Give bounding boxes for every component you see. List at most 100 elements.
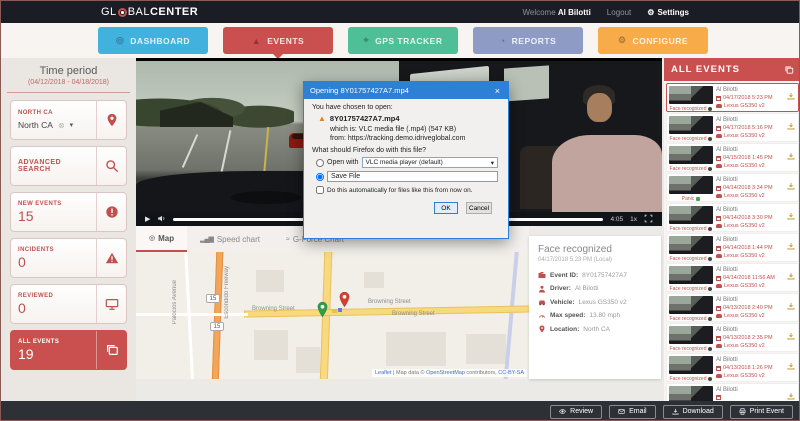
- event-driver-name: Al Bilotti: [716, 267, 796, 273]
- event-tag-label: Face recognized: [670, 136, 707, 142]
- playback-rate-button[interactable]: 1x: [630, 216, 637, 223]
- download-icon[interactable]: [787, 147, 795, 155]
- event-tag-icon: [708, 287, 712, 291]
- time-period-range: (04/12/2018 - 04/18/2018): [10, 79, 127, 86]
- event-list-item[interactable]: Face recognized Al Bilotti 04/13/2018 2:…: [666, 323, 799, 352]
- event-list-item[interactable]: Face recognized Al Bilotti 04/15/2018 1:…: [666, 143, 799, 172]
- map-marker-red[interactable]: [339, 292, 350, 307]
- advanced-search-card[interactable]: ADVANCED SEARCH: [10, 146, 127, 186]
- print-event-button[interactable]: Print Event: [730, 405, 793, 419]
- tab-map[interactable]: ◎Map: [136, 226, 187, 252]
- car-icon: [716, 194, 722, 198]
- ok-button[interactable]: OK: [434, 202, 458, 214]
- download-icon[interactable]: [787, 237, 795, 245]
- event-details-panel: Face recognized 04/17/2018 5:23 PM (Loca…: [529, 236, 661, 379]
- fullscreen-icon[interactable]: [644, 210, 653, 226]
- car-icon: [716, 254, 722, 258]
- event-list-item[interactable]: Face recognized Al Bilotti 04/17/2018 5:…: [666, 113, 799, 142]
- map-pin-icon: [96, 101, 126, 139]
- monitor-icon: [96, 285, 126, 323]
- event-list-item[interactable]: Face recognized Al Bilotti 04/14/2018 11…: [666, 263, 799, 292]
- file-source-row: from: https://tracking.demo.idriveglobal…: [330, 135, 500, 142]
- logout-button[interactable]: Logout: [607, 8, 631, 17]
- dialog-title-bar[interactable]: Opening 8Y01757427A7.mp4 ×: [304, 82, 508, 99]
- event-list-item[interactable]: Panic Al Bilotti 04/14/2018 3:34 PM Lexu…: [666, 173, 799, 202]
- divider: [7, 92, 130, 93]
- map-view[interactable]: 15 15 Browning Street Browning Street Br…: [136, 252, 529, 379]
- location-select[interactable]: North CA ⊗ ▾: [18, 120, 89, 130]
- map-marker-green[interactable]: [317, 302, 328, 317]
- review-button[interactable]: Review: [550, 405, 602, 419]
- event-list-item[interactable]: Face recognized Al Bilotti 04/17/2018 5:…: [666, 83, 799, 112]
- action-bar: Review Email Download Print Event: [1, 401, 800, 421]
- tab-dashboard[interactable]: ◎DASHBOARD: [98, 27, 208, 54]
- counter-all-events[interactable]: ALL EVENTS 19: [10, 330, 127, 370]
- calendar-icon: [716, 126, 721, 131]
- event-list-item[interactable]: Face recognized Al Bilotti 04/14/2018 3:…: [666, 203, 799, 232]
- clear-icon[interactable]: ⊗: [58, 121, 65, 130]
- event-driver-name: Al Bilotti: [716, 147, 796, 153]
- tab-reports[interactable]: ◔REPORTS: [473, 27, 583, 54]
- street-label: Browning Street: [392, 311, 435, 317]
- volume-icon[interactable]: [157, 210, 166, 226]
- map-marker-yellow[interactable]: [332, 309, 337, 313]
- event-list-item[interactable]: Face recognized Al Bilotti 04/13/2018 2:…: [666, 293, 799, 322]
- counter-reviewed[interactable]: REVIEWED 0: [10, 284, 127, 324]
- cancel-button[interactable]: Cancel: [466, 202, 492, 214]
- event-vehicle: Lexus GS350 v2: [724, 283, 765, 289]
- settings-button[interactable]: ⚙Settings: [647, 8, 689, 17]
- download-icon[interactable]: [787, 117, 795, 125]
- driver-row: Driver:Al Bilotti: [538, 285, 652, 293]
- download-icon[interactable]: [787, 207, 795, 215]
- open-with-select[interactable]: VLC media player (default) ▾: [362, 157, 498, 168]
- event-tag-icon: [708, 137, 712, 141]
- tab-speed-chart[interactable]: ▂▄▆Speed chart: [187, 226, 273, 252]
- email-button[interactable]: Email: [609, 405, 656, 419]
- download-icon[interactable]: [787, 357, 795, 365]
- counter-new-events[interactable]: NEW EVENTS 15: [10, 192, 127, 232]
- tab-configure[interactable]: ⚙CONFIGURE: [598, 27, 708, 54]
- download-icon[interactable]: [787, 387, 795, 395]
- car-icon: [538, 298, 546, 306]
- event-date: 04/17/2018 5:16 PM: [723, 125, 773, 131]
- event-thumbnail: [669, 116, 713, 134]
- vehicle-row: Vehicle:Lexus GS350 v2: [538, 298, 652, 306]
- osm-link[interactable]: OpenStreetMap: [426, 370, 465, 376]
- car-icon: [716, 224, 722, 228]
- tab-gps-tracker[interactable]: ⌖GPS TRACKER: [348, 27, 458, 54]
- event-timestamp: 04/17/2018 5:23 PM (Local): [538, 257, 652, 263]
- event-thumbnail: [669, 236, 713, 254]
- open-with-radio[interactable]: [316, 159, 324, 167]
- tab-events[interactable]: ▲EVENTS: [223, 27, 333, 54]
- event-list-item[interactable]: Face recognized Al Bilotti 04/14/2018 1:…: [666, 233, 799, 262]
- download-icon[interactable]: [787, 297, 795, 305]
- driver-face: [587, 93, 612, 122]
- download-icon[interactable]: [787, 177, 795, 185]
- map-marker-blue[interactable]: [338, 308, 342, 312]
- download-icon[interactable]: [787, 87, 795, 95]
- save-file-radio[interactable]: [316, 173, 324, 181]
- download-icon[interactable]: [787, 267, 795, 275]
- close-icon[interactable]: ×: [493, 86, 502, 96]
- download-button[interactable]: Download: [663, 405, 723, 419]
- event-date: 04/14/2018 3:34 PM: [723, 185, 773, 191]
- event-tag-label: Face recognized: [670, 166, 707, 172]
- download-icon[interactable]: [787, 327, 795, 335]
- chevron-down-icon[interactable]: ▾: [70, 121, 74, 129]
- event-vehicle: Lexus GS350 v2: [724, 133, 765, 139]
- event-date: 04/14/2018 3:30 PM: [723, 215, 773, 221]
- left-sidebar: Time period (04/12/2018 - 04/18/2018) NO…: [1, 58, 136, 401]
- remember-checkbox[interactable]: [316, 186, 324, 194]
- globe-icon: ◎: [149, 234, 154, 242]
- event-list-item[interactable]: Face recognized Al Bilotti 04/13/2018 1:…: [666, 353, 799, 382]
- counter-incidents[interactable]: INCIDENTS 0: [10, 238, 127, 278]
- top-bar: GLBALCENTER Welcome Al Bilotti Logout ⚙S…: [1, 1, 800, 23]
- leaflet-link[interactable]: Leaflet: [375, 370, 392, 376]
- event-list-item[interactable]: Al Bilotti: [666, 383, 799, 401]
- event-tag-label: Panic: [682, 196, 695, 202]
- copy-icon[interactable]: [784, 65, 794, 75]
- license-link[interactable]: CC-BY-SA: [498, 370, 524, 376]
- street-label: Escondido Freeway: [224, 266, 230, 319]
- event-tag-icon: [708, 257, 712, 261]
- play-button[interactable]: ▶: [145, 216, 150, 223]
